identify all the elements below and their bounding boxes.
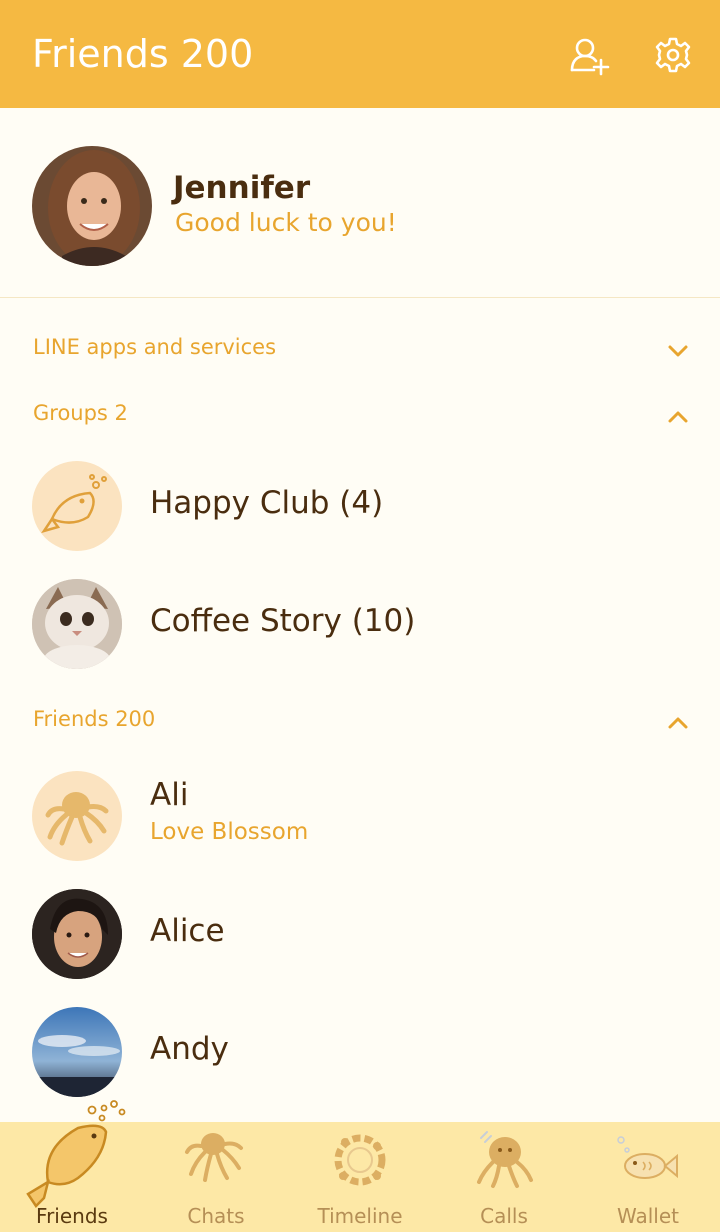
chevron-up-icon — [668, 717, 688, 729]
fish-icon — [32, 461, 122, 551]
tab-wallet[interactable]: Wallet — [576, 1122, 720, 1232]
friend-name: Ali — [150, 777, 189, 813]
chevron-down-icon — [668, 345, 688, 357]
page-title: Friends 200 — [32, 32, 254, 76]
list-item[interactable]: Coffee Story (10) — [0, 569, 720, 679]
avatar — [32, 1007, 122, 1097]
octopus-icon — [477, 1131, 533, 1188]
list-item[interactable]: Happy Club (4) — [0, 451, 720, 561]
settings-button[interactable] — [652, 34, 694, 76]
friend-name: Andy — [150, 1031, 229, 1067]
avatar — [32, 579, 122, 669]
tab-friends[interactable]: Friends — [0, 1100, 144, 1232]
my-profile[interactable]: Jennifer Good luck to you! — [0, 108, 720, 298]
octopus-icon — [32, 771, 122, 861]
section-groups[interactable]: Groups 2 — [0, 393, 720, 443]
avatar — [32, 889, 122, 979]
profile-name: Jennifer — [173, 170, 311, 206]
tab-calls[interactable]: Calls — [432, 1122, 576, 1232]
gear-icon — [655, 37, 691, 73]
friend-status: Love Blossom — [150, 819, 309, 845]
tab-label: Chats — [187, 1204, 245, 1228]
tab-timeline[interactable]: Timeline — [288, 1122, 432, 1232]
tab-label: Wallet — [616, 1204, 679, 1228]
tab-label: Timeline — [317, 1204, 403, 1228]
app-header: Friends 200 — [0, 0, 720, 108]
group-name: Coffee Story (10) — [150, 603, 416, 639]
section-label: Friends 200 — [33, 707, 156, 731]
tab-label: Calls — [480, 1204, 528, 1228]
fish-icon — [26, 1100, 126, 1208]
add-friend-button[interactable] — [568, 34, 610, 76]
section-label: LINE apps and services — [33, 335, 277, 359]
tab-label: Friends — [36, 1204, 108, 1228]
section-label: Groups 2 — [33, 401, 128, 425]
octopus-icon — [185, 1133, 243, 1182]
fish-icon — [617, 1136, 678, 1179]
friend-name: Alice — [150, 913, 225, 949]
avatar[interactable] — [32, 146, 152, 266]
section-friends[interactable]: Friends 200 — [0, 699, 720, 749]
list-item[interactable]: Andy — [0, 997, 720, 1107]
section-services[interactable]: LINE apps and services — [0, 327, 720, 377]
list-item[interactable]: Alice — [0, 879, 720, 989]
profile-status: Good luck to you! — [175, 208, 397, 237]
list-item[interactable]: Ali Love Blossom — [0, 761, 720, 871]
tab-chats[interactable]: Chats — [144, 1122, 288, 1232]
group-name: Happy Club (4) — [150, 485, 384, 521]
add-friend-icon — [570, 38, 610, 76]
bottom-tab-bar: Friends Chats Timeline Calls Wallet — [0, 1100, 720, 1232]
flower-wreath-icon — [334, 1134, 386, 1186]
chevron-up-icon — [668, 411, 688, 423]
